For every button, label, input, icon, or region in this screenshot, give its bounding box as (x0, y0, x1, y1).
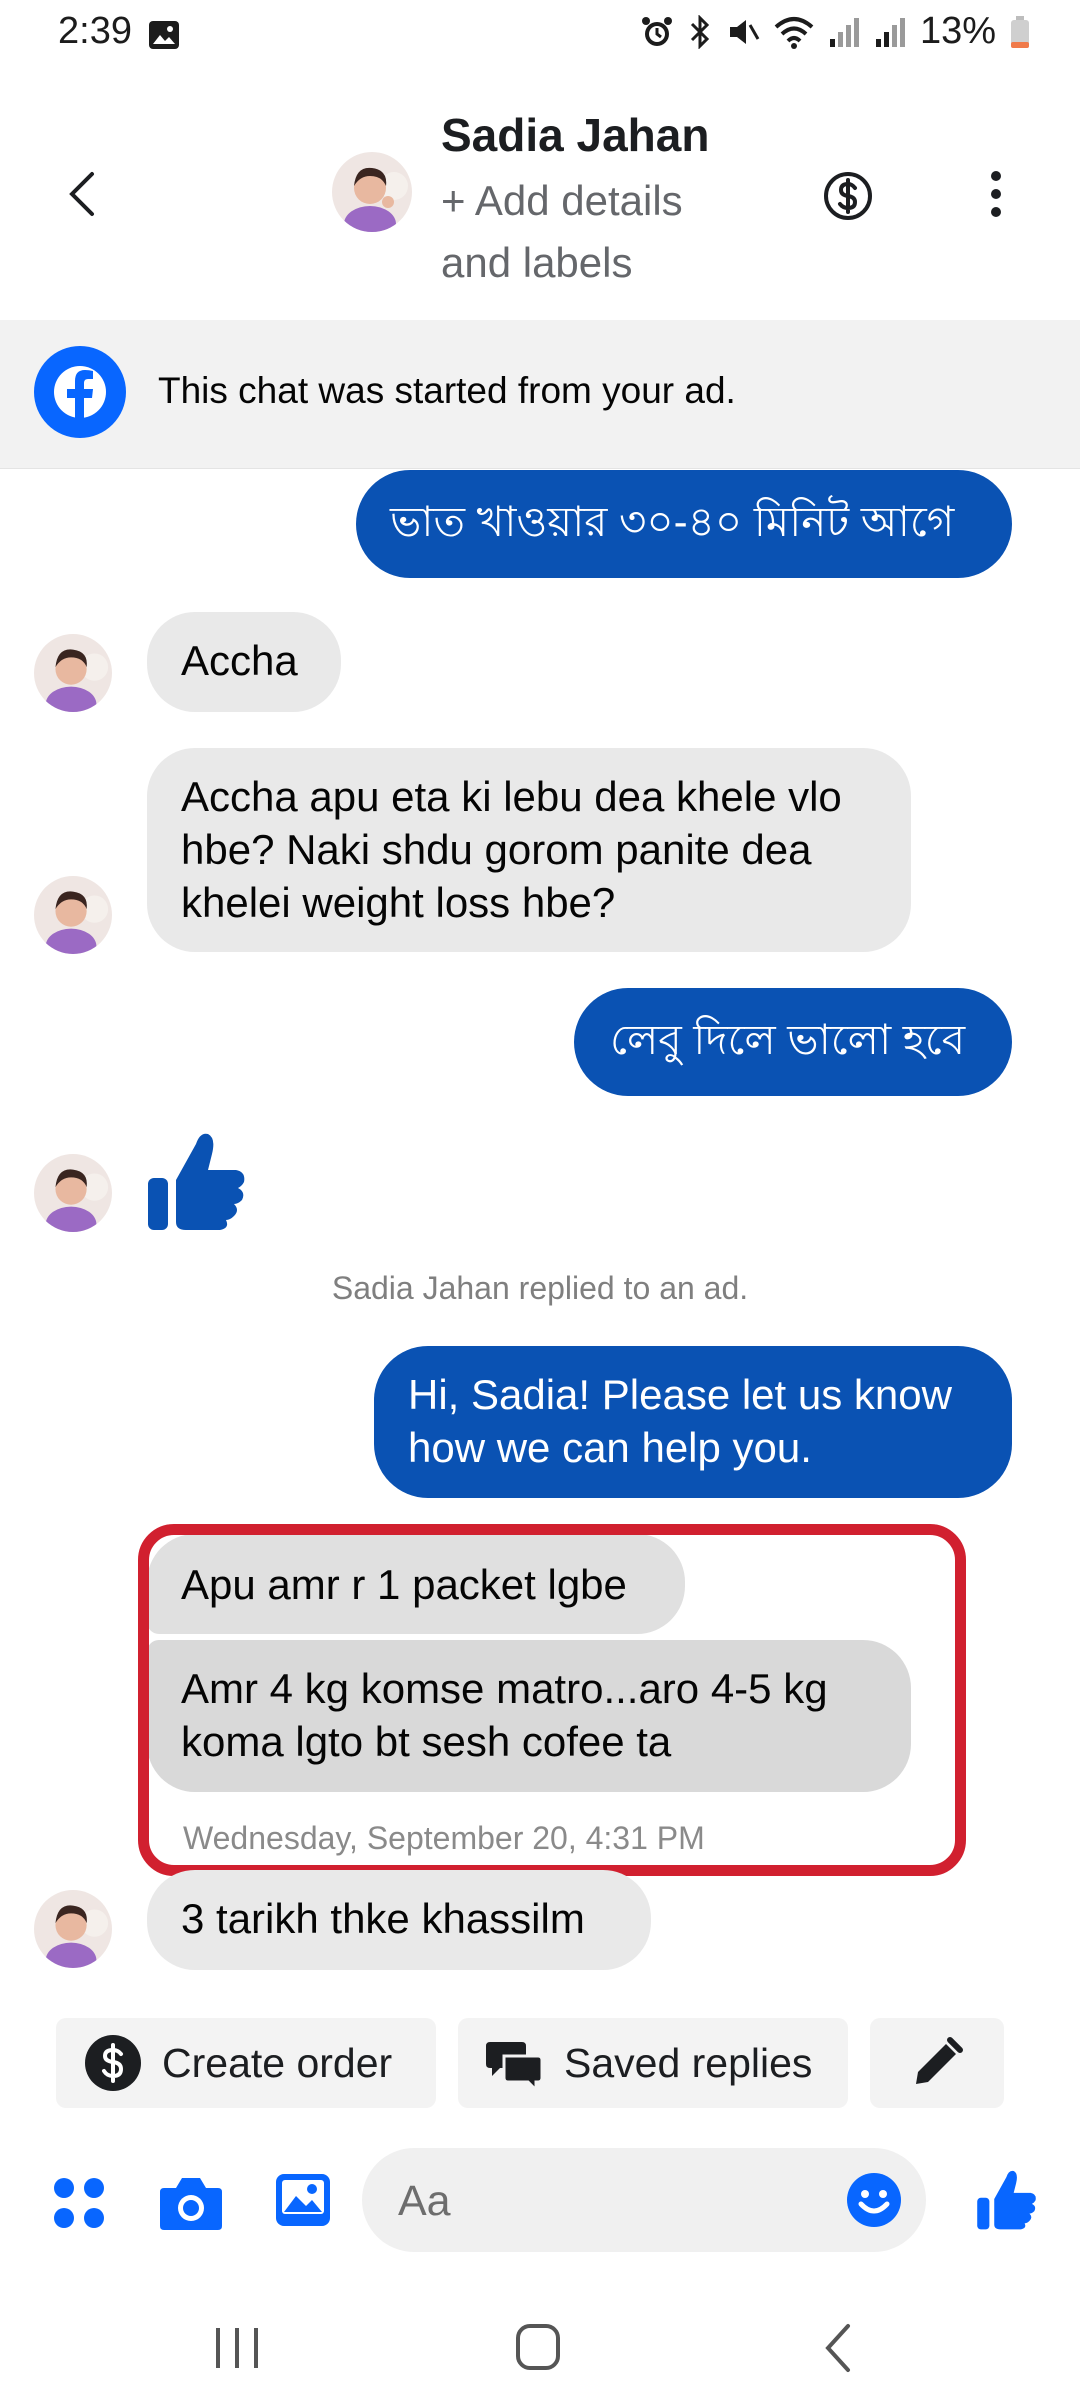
create-order-button[interactable]: Create order (56, 2018, 436, 2108)
back-nav-icon[interactable] (806, 2320, 876, 2376)
sender-avatar[interactable] (34, 1154, 112, 1232)
like-button-icon[interactable] (976, 2166, 1038, 2232)
alarm-icon (641, 16, 672, 46)
bluetooth-icon (690, 14, 710, 49)
sender-avatar[interactable] (34, 634, 112, 712)
avatar-image (34, 876, 112, 954)
home-icon[interactable] (503, 2320, 573, 2376)
avatar-image (34, 1890, 112, 1968)
status-icons: 13% (640, 10, 1030, 53)
recent-apps-icon[interactable] (202, 2320, 272, 2376)
sender-avatar[interactable] (34, 1890, 112, 1968)
avatar-image (34, 1154, 112, 1232)
saved-replies-icon (486, 2042, 544, 2092)
wifi-icon (774, 16, 814, 49)
gallery-icon[interactable] (274, 2172, 332, 2228)
message-incoming[interactable]: Accha (147, 612, 341, 712)
message-text: Hi, Sadia! Please let us know how we can… (408, 1371, 952, 1471)
contact-name[interactable]: Sadia Jahan (441, 108, 709, 162)
avatar-image (332, 152, 412, 232)
thumbs-up-message-icon[interactable] (146, 1128, 248, 1232)
status-time: 2:39 (58, 10, 132, 52)
message-outgoing[interactable]: লেবু দিলে ভালো হবে (574, 988, 1012, 1096)
ad-reply-notice: Sadia Jahan replied to an ad. (331, 1270, 749, 1306)
edit-button[interactable] (870, 2018, 1004, 2108)
signal-icon-2 (875, 17, 905, 47)
message-outgoing[interactable]: ভাত খাওয়ার ৩০-৪০ মিনিট আগে (356, 470, 1012, 578)
sender-avatar[interactable] (34, 876, 112, 954)
payment-dollar-icon[interactable] (822, 170, 874, 222)
message-input[interactable] (396, 2170, 840, 2232)
saved-replies-button[interactable]: Saved replies (458, 2018, 848, 2108)
message-incoming[interactable]: 3 tarikh thke khassilm (147, 1870, 651, 1970)
ad-banner-text: This chat was started from your ad. (158, 370, 736, 411)
camera-icon[interactable] (158, 2174, 224, 2232)
battery-percent: 13% (919, 10, 996, 52)
back-button[interactable] (60, 168, 104, 220)
facebook-logo-icon (34, 346, 126, 438)
gallery-notification-icon (149, 21, 179, 49)
message-incoming[interactable]: Accha apu eta ki lebu dea khele vlo hbe?… (147, 748, 911, 952)
highlight-annotation (138, 1524, 966, 1876)
emoji-icon[interactable] (846, 2172, 902, 2228)
message-text: 3 tarikh thke khassilm (181, 1895, 585, 1942)
message-text: Accha apu eta ki lebu dea khele vlo hbe?… (181, 773, 842, 926)
message-input-container[interactable] (362, 2148, 926, 2252)
apps-grid-icon[interactable] (52, 2176, 106, 2230)
add-details-link[interactable]: + Add details and labels (441, 170, 741, 294)
more-options-icon[interactable] (978, 168, 1014, 220)
avatar-image (34, 634, 112, 712)
create-order-label: Create order (162, 2039, 393, 2086)
message-text: ভাত খাওয়ার ৩০-৪০ মিনিট আগে (390, 498, 955, 545)
dollar-circle-icon (85, 2035, 141, 2091)
pencil-icon (916, 2037, 963, 2084)
contact-avatar[interactable] (332, 152, 412, 232)
saved-replies-label: Saved replies (564, 2039, 813, 2086)
message-text: লেবু দিলে ভালো হবে (610, 1016, 966, 1063)
mute-icon (729, 19, 760, 44)
message-text: Accha (181, 637, 298, 684)
message-outgoing[interactable]: Hi, Sadia! Please let us know how we can… (374, 1346, 1012, 1498)
signal-icon (829, 17, 859, 47)
battery-icon (1011, 15, 1029, 48)
